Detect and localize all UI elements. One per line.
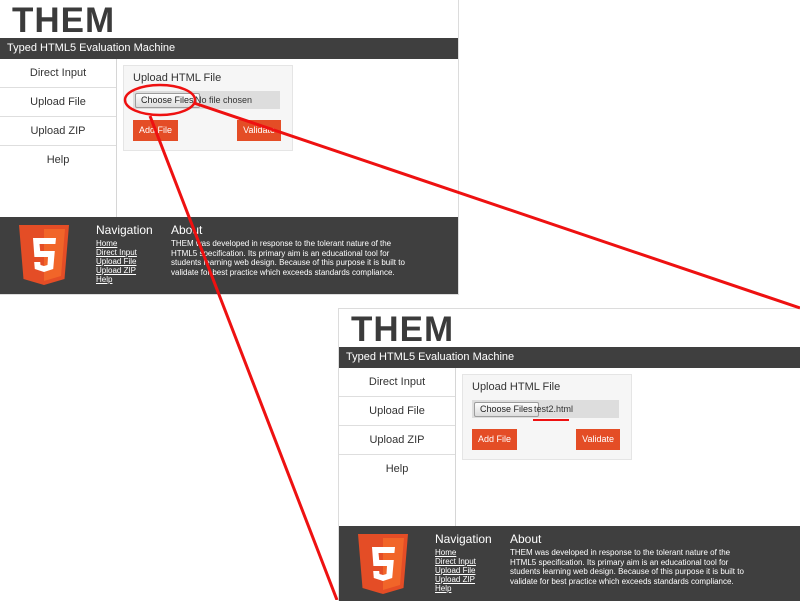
file-status: test2.html	[534, 404, 574, 414]
footer: Navigation Home Direct Input Upload File…	[339, 526, 800, 601]
about-text: THEM was developed in response to the to…	[510, 548, 744, 586]
navigation-heading: Navigation	[96, 223, 153, 237]
validate-button[interactable]: Validate	[576, 429, 620, 450]
about-heading: About	[510, 532, 542, 546]
sidebar-item-upload-file[interactable]: Upload File	[0, 88, 116, 117]
add-file-button[interactable]: Add File	[133, 120, 179, 141]
sidebar-item-direct-input[interactable]: Direct Input	[0, 59, 116, 88]
html5-logo-icon	[19, 225, 69, 285]
validate-button[interactable]: Validate	[237, 120, 281, 141]
file-status: No file chosen	[195, 95, 253, 105]
sidebar-item-upload-zip[interactable]: Upload ZIP	[339, 426, 455, 455]
sidebar-item-upload-zip[interactable]: Upload ZIP	[0, 117, 116, 146]
sidebar-item-upload-file[interactable]: Upload File	[339, 397, 455, 426]
about-text: THEM was developed in response to the to…	[171, 239, 405, 277]
upload-panel-title: Upload HTML File	[472, 381, 561, 393]
navigation-heading: Navigation	[435, 532, 492, 546]
nav-link-upload-zip[interactable]: Upload ZIP	[435, 575, 492, 584]
site-logo: THEM	[12, 1, 116, 40]
sidebar-item-help[interactable]: Help	[339, 455, 455, 483]
nav-link-upload-file[interactable]: Upload File	[96, 257, 153, 266]
sidebar-item-help[interactable]: Help	[0, 146, 116, 174]
footer-about: About THEM was developed in response to …	[510, 532, 750, 586]
upload-panel-title: Upload HTML File	[133, 72, 222, 84]
upload-panel: Upload HTML File Choose Files No file ch…	[123, 65, 293, 151]
site-subtitle: Typed HTML5 Evaluation Machine	[0, 38, 458, 59]
screenshot-after: THEM Typed HTML5 Evaluation Machine Dire…	[338, 308, 800, 601]
html5-logo-icon	[358, 534, 408, 594]
choose-files-button[interactable]: Choose Files	[474, 402, 539, 417]
nav-link-help[interactable]: Help	[96, 275, 153, 284]
nav-link-direct-input[interactable]: Direct Input	[96, 248, 153, 257]
choose-files-button[interactable]: Choose Files	[135, 93, 200, 108]
upload-panel: Upload HTML File Choose Files test2.html…	[462, 374, 632, 460]
nav-link-direct-input[interactable]: Direct Input	[435, 557, 492, 566]
file-input[interactable]: Choose Files test2.html	[472, 400, 619, 418]
sidebar-item-direct-input[interactable]: Direct Input	[339, 368, 455, 397]
footer-navigation: Navigation Home Direct Input Upload File…	[96, 223, 153, 284]
filename-underline-annotation	[533, 419, 569, 421]
sidebar: Direct Input Upload File Upload ZIP Help	[339, 368, 456, 526]
about-heading: About	[171, 223, 203, 237]
footer: Navigation Home Direct Input Upload File…	[0, 217, 458, 294]
file-input[interactable]: Choose Files No file chosen	[133, 91, 280, 109]
footer-about: About THEM was developed in response to …	[171, 223, 411, 277]
site-logo: THEM	[351, 310, 455, 349]
screenshot-before: THEM Typed HTML5 Evaluation Machine Dire…	[0, 0, 459, 295]
nav-link-help[interactable]: Help	[435, 584, 492, 593]
add-file-button[interactable]: Add File	[472, 429, 518, 450]
sidebar: Direct Input Upload File Upload ZIP Help	[0, 59, 117, 217]
nav-link-upload-zip[interactable]: Upload ZIP	[96, 266, 153, 275]
nav-link-home[interactable]: Home	[435, 548, 492, 557]
footer-navigation: Navigation Home Direct Input Upload File…	[435, 532, 492, 593]
nav-link-upload-file[interactable]: Upload File	[435, 566, 492, 575]
site-subtitle: Typed HTML5 Evaluation Machine	[339, 347, 800, 368]
nav-link-home[interactable]: Home	[96, 239, 153, 248]
